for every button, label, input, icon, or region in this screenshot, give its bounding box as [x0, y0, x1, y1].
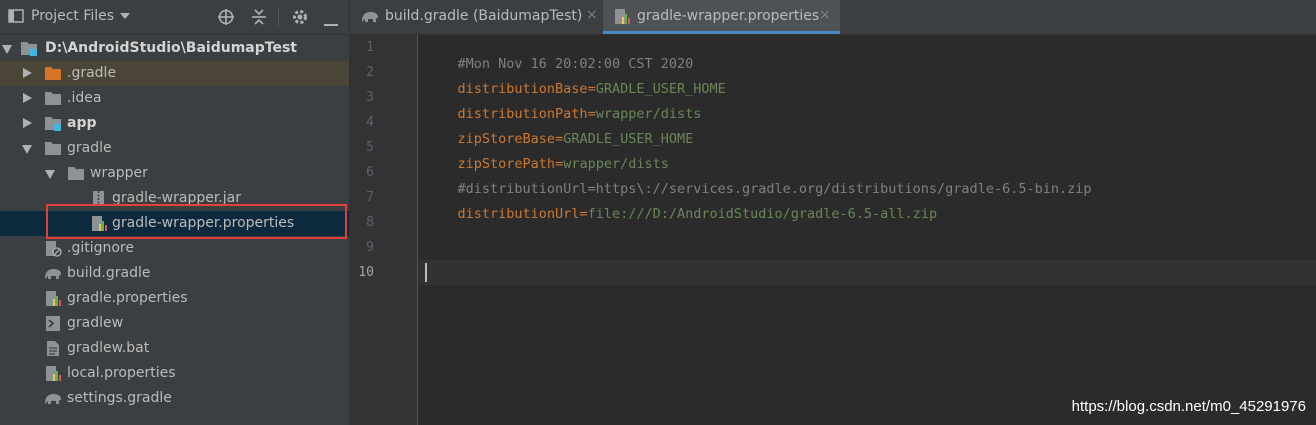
tree-item-dot-gradle[interactable]: .gradle: [0, 61, 349, 86]
line-number: 5: [366, 140, 374, 155]
tree-item-label: gradlew.bat: [67, 340, 150, 356]
tree-item-label: .gitignore: [67, 240, 134, 256]
line-number: 7: [366, 190, 374, 205]
shell-script-icon: [44, 315, 62, 332]
tree-item-wrapper[interactable]: wrapper: [0, 161, 349, 186]
collapse-all-icon[interactable]: [250, 8, 268, 30]
locate-target-icon[interactable]: [217, 8, 235, 30]
line-number-current: 10: [358, 265, 374, 280]
gear-icon[interactable]: [291, 8, 309, 30]
line-number: 6: [366, 165, 374, 180]
tree-item-label: local.properties: [67, 365, 176, 381]
tree-item-label: gradle.properties: [67, 290, 188, 306]
tree-item-label: wrapper: [90, 165, 148, 181]
module-folder-icon: [20, 40, 38, 57]
tree-item-label: gradlew: [67, 315, 124, 331]
line-number: 4: [366, 115, 374, 130]
ignore-file-icon: [44, 240, 62, 257]
expand-arrow-icon[interactable]: [2, 45, 12, 54]
tree-item-gitignore[interactable]: .gitignore: [0, 236, 349, 261]
tree-item-settings-gradle[interactable]: settings.gradle: [0, 386, 349, 411]
tree-item-gradlew[interactable]: gradlew: [0, 311, 349, 336]
gradle-elephant-icon: [360, 8, 380, 29]
property-separator: =: [579, 206, 588, 222]
current-line-highlight: [418, 260, 1316, 285]
expand-arrow-icon[interactable]: [45, 170, 55, 179]
tree-item-gradle-folder[interactable]: gradle: [0, 136, 349, 161]
red-highlight-annotation: [46, 204, 347, 239]
tree-item-app[interactable]: app: [0, 111, 349, 136]
line-number: 1: [366, 40, 374, 55]
line-number: 3: [366, 90, 374, 105]
line-number: 2: [366, 65, 374, 80]
project-view-selector[interactable]: Project Files: [31, 8, 114, 24]
project-panel-header: Project Files: [0, 0, 349, 35]
line-number-gutter: 1 2 3 4 5 6 7 8 9 10: [350, 35, 418, 425]
text-caret: [425, 263, 427, 282]
tree-item-label: build.gradle: [67, 265, 151, 281]
module-folder-icon: [44, 115, 62, 132]
tree-item-root[interactable]: D:\AndroidStudio\BaidumapTest: [0, 36, 349, 61]
header-divider: [278, 7, 279, 27]
tree-item-idea[interactable]: .idea: [0, 86, 349, 111]
tree-item-gradlew-bat[interactable]: gradlew.bat: [0, 336, 349, 361]
properties-file-icon: [44, 365, 62, 382]
tab-label: build.gradle (BaidumapTest): [385, 8, 583, 24]
code-line: distributionUrl=file:///D:/AndroidStudio…: [425, 190, 938, 238]
tab-gradle-wrapper-properties[interactable]: gradle-wrapper.properties ×: [603, 0, 840, 34]
expand-arrow-icon[interactable]: [23, 118, 32, 128]
tree-item-label: gradle: [67, 140, 112, 156]
tree-item-local-properties[interactable]: local.properties: [0, 361, 349, 386]
tree-item-label: settings.gradle: [67, 390, 172, 406]
minimize-icon[interactable]: [323, 15, 339, 31]
property-key: distributionUrl: [457, 206, 580, 222]
tree-item-label: app: [67, 115, 97, 131]
tree-item-gradle-properties[interactable]: gradle.properties: [0, 286, 349, 311]
code-editor[interactable]: #Mon Nov 16 20:02:00 CST 2020 distributi…: [418, 35, 1316, 425]
expand-arrow-icon[interactable]: [22, 145, 32, 154]
tree-item-label: D:\AndroidStudio\BaidumapTest: [45, 40, 297, 56]
chevron-down-icon[interactable]: [119, 10, 131, 26]
properties-file-icon: [613, 8, 631, 29]
line-number: 8: [366, 215, 374, 230]
watermark-text: https://blog.csdn.net/m0_45291976: [1071, 398, 1306, 415]
tree-item-build-gradle[interactable]: build.gradle: [0, 261, 349, 286]
editor-tab-bar: build.gradle (BaidumapTest) × gradle-wra…: [350, 0, 1316, 35]
project-view-icon[interactable]: [8, 8, 24, 28]
text-file-icon: [44, 340, 62, 357]
tree-item-label: .idea: [67, 90, 102, 106]
line-number: 9: [366, 240, 374, 255]
folder-icon: [44, 140, 62, 157]
close-icon[interactable]: ×: [819, 7, 831, 23]
folder-orange-icon: [44, 65, 62, 82]
property-value: file:///D:/AndroidStudio/gradle-6.5-all.…: [587, 206, 938, 222]
folder-icon: [44, 90, 62, 107]
project-panel: Project Files D:\AndroidStudio\BaidumapT…: [0, 0, 350, 425]
gradle-elephant-icon: [43, 265, 61, 282]
folder-icon: [67, 165, 85, 182]
properties-file-icon: [44, 290, 62, 307]
close-icon[interactable]: ×: [586, 7, 598, 23]
expand-arrow-icon[interactable]: [23, 68, 32, 78]
expand-arrow-icon[interactable]: [23, 93, 32, 103]
tab-build-gradle[interactable]: build.gradle (BaidumapTest) ×: [350, 0, 602, 34]
tab-label: gradle-wrapper.properties: [637, 8, 820, 24]
gradle-elephant-icon: [43, 390, 61, 407]
tree-item-label: .gradle: [67, 65, 117, 81]
